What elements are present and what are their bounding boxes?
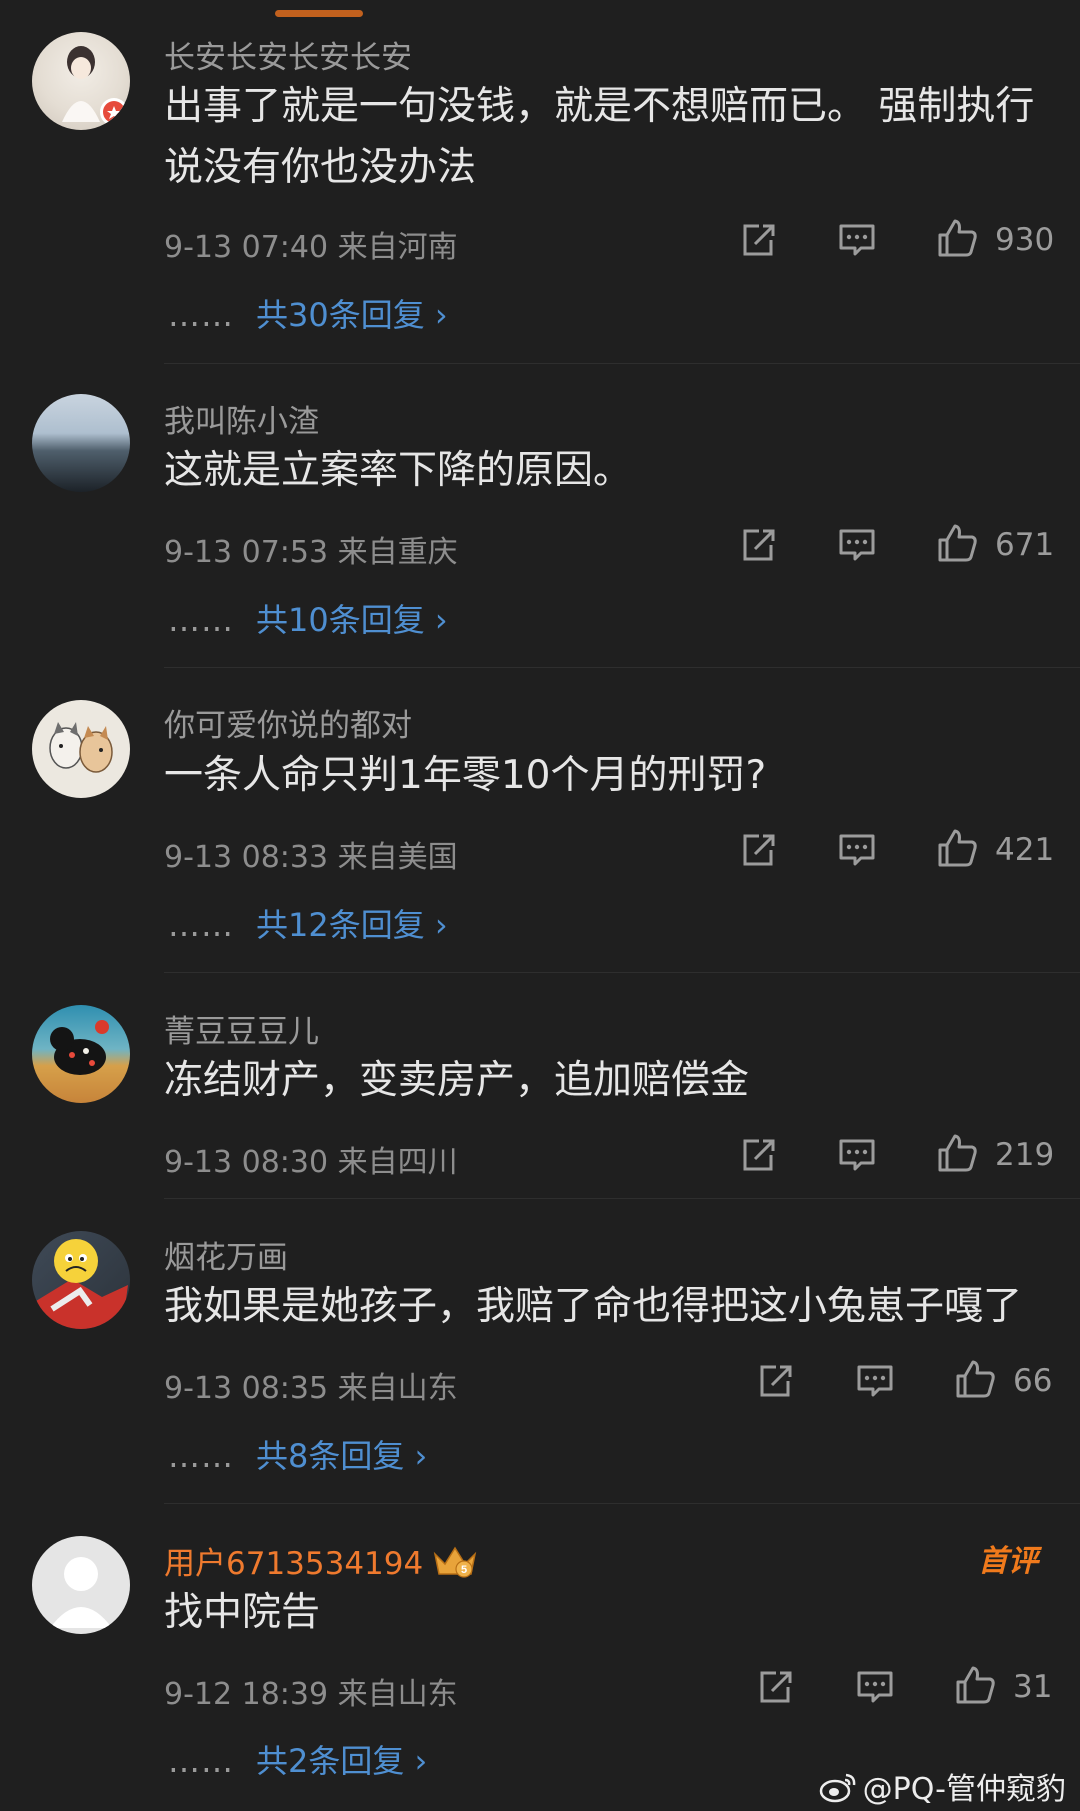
like-icon[interactable]: [935, 826, 979, 870]
replies-dots: ……: [168, 1437, 234, 1475]
comment-location: 来自山东: [337, 1371, 458, 1406]
top-indicator: [275, 10, 363, 17]
comment-text: 出事了就是一句没钱，就是不想赔而已。 强制执行说没有你也没办法: [164, 84, 1035, 190]
replies-dots: ……: [168, 1742, 234, 1780]
watermark: @PQ-管仲窥豹: [819, 1764, 1066, 1811]
replies-row: …… 共12条回复 ›: [168, 900, 448, 946]
comment-username[interactable]: 你可爱你说的都对: [164, 700, 412, 745]
replies-dots: ……: [168, 296, 234, 334]
replies-row: …… 共30条回复 ›: [168, 290, 448, 336]
crown-icon: 5: [431, 1544, 479, 1588]
replies-row: …… 共8条回复 ›: [168, 1431, 427, 1477]
comment-time: 9-13 08:30: [164, 1145, 329, 1180]
comment-icon[interactable]: [853, 1359, 897, 1403]
divider: [164, 363, 1080, 364]
avatar[interactable]: [32, 1536, 130, 1634]
weibo-logo-icon: [819, 1771, 859, 1811]
view-replies-link[interactable]: 共10条回复 ›: [256, 601, 448, 639]
comment-time: 9-13 07:40: [164, 230, 329, 265]
comment-icon[interactable]: [835, 523, 879, 567]
comment-time: 9-13 08:35: [164, 1371, 329, 1406]
replies-row: …… 共10条回复 ›: [168, 595, 448, 641]
comment-meta: 9-13 07:53 来自重庆: [164, 527, 458, 571]
comment-time: 9-13 08:33: [164, 840, 329, 875]
comment-icon[interactable]: [835, 1133, 879, 1177]
replies-row: …… 共2条回复 ›: [168, 1736, 427, 1782]
comment-location: 来自美国: [337, 840, 458, 875]
avatar[interactable]: [32, 700, 130, 798]
comment-username[interactable]: 用户6713534194 5: [164, 1538, 479, 1588]
divider: [164, 1198, 1080, 1199]
avatar[interactable]: [32, 394, 130, 492]
comment-location: 来自四川: [337, 1145, 458, 1180]
comment-location: 来自山东: [337, 1677, 458, 1712]
comment-text: 冻结财产，变卖房产，追加赔偿金: [164, 1058, 750, 1103]
comment-text: 找中院告: [164, 1590, 321, 1635]
view-replies-link[interactable]: 共8条回复 ›: [256, 1437, 427, 1475]
comment-location: 来自重庆: [337, 535, 458, 570]
replies-dots: ……: [168, 906, 234, 944]
comment-meta: 9-13 08:33 来自美国: [164, 832, 458, 876]
divider: [164, 972, 1080, 973]
comment-username[interactable]: 烟花万画: [164, 1232, 288, 1277]
like-count: 421: [995, 832, 1055, 868]
like-icon[interactable]: [953, 1357, 997, 1401]
avatar[interactable]: [32, 32, 130, 130]
comment-text: 一条人命只判1年零10个月的刑罚?: [164, 753, 767, 798]
comment-meta: 9-13 08:35 来自山东: [164, 1363, 458, 1407]
divider: [164, 1503, 1080, 1504]
comment-icon[interactable]: [835, 828, 879, 872]
like-count: 671: [995, 527, 1055, 563]
like-icon[interactable]: [935, 1131, 979, 1175]
share-icon[interactable]: [737, 523, 781, 567]
like-count: 66: [1013, 1363, 1053, 1399]
like-count: 930: [995, 222, 1055, 258]
share-icon[interactable]: [754, 1665, 798, 1709]
view-replies-link[interactable]: 共30条回复 ›: [256, 296, 448, 334]
share-icon[interactable]: [737, 828, 781, 872]
username-text[interactable]: 用户6713534194: [164, 1546, 423, 1582]
share-icon[interactable]: [737, 218, 781, 262]
watermark-text: @PQ-管仲窥豹: [862, 1772, 1066, 1807]
comment-meta: 9-12 18:39 来自山东: [164, 1669, 458, 1713]
comment-meta: 9-13 07:40 来自河南: [164, 222, 458, 266]
avatar[interactable]: [32, 1231, 130, 1329]
comment-time: 9-13 07:53: [164, 535, 329, 570]
share-icon[interactable]: [737, 1133, 781, 1177]
comment-meta: 9-13 08:30 来自四川: [164, 1137, 458, 1181]
comment-text: 我如果是她孩子，我赔了命也得把这小兔崽子嘎了: [164, 1284, 1023, 1329]
comment-location: 来自河南: [337, 230, 458, 265]
like-count: 31: [1013, 1669, 1053, 1705]
like-icon[interactable]: [935, 216, 979, 260]
comment-username[interactable]: 我叫陈小渣: [164, 396, 319, 441]
like-icon[interactable]: [953, 1663, 997, 1707]
crown-level: 5: [461, 1564, 467, 1576]
share-icon[interactable]: [754, 1359, 798, 1403]
comment-icon[interactable]: [853, 1665, 897, 1709]
comment-username[interactable]: 长安长安长安长安: [164, 32, 412, 77]
comment-time: 9-12 18:39: [164, 1677, 329, 1712]
comment-username[interactable]: 菁豆豆豆儿: [164, 1006, 319, 1051]
view-replies-link[interactable]: 共2条回复 ›: [256, 1742, 427, 1780]
like-icon[interactable]: [935, 521, 979, 565]
first-comment-badge: 首评: [978, 1544, 1038, 1579]
like-count: 219: [995, 1137, 1055, 1173]
comment-icon[interactable]: [835, 218, 879, 262]
divider: [164, 667, 1080, 668]
replies-dots: ……: [168, 601, 234, 639]
view-replies-link[interactable]: 共12条回复 ›: [256, 906, 448, 944]
comment-text: 这就是立案率下降的原因。: [164, 448, 633, 493]
avatar[interactable]: [32, 1005, 130, 1103]
